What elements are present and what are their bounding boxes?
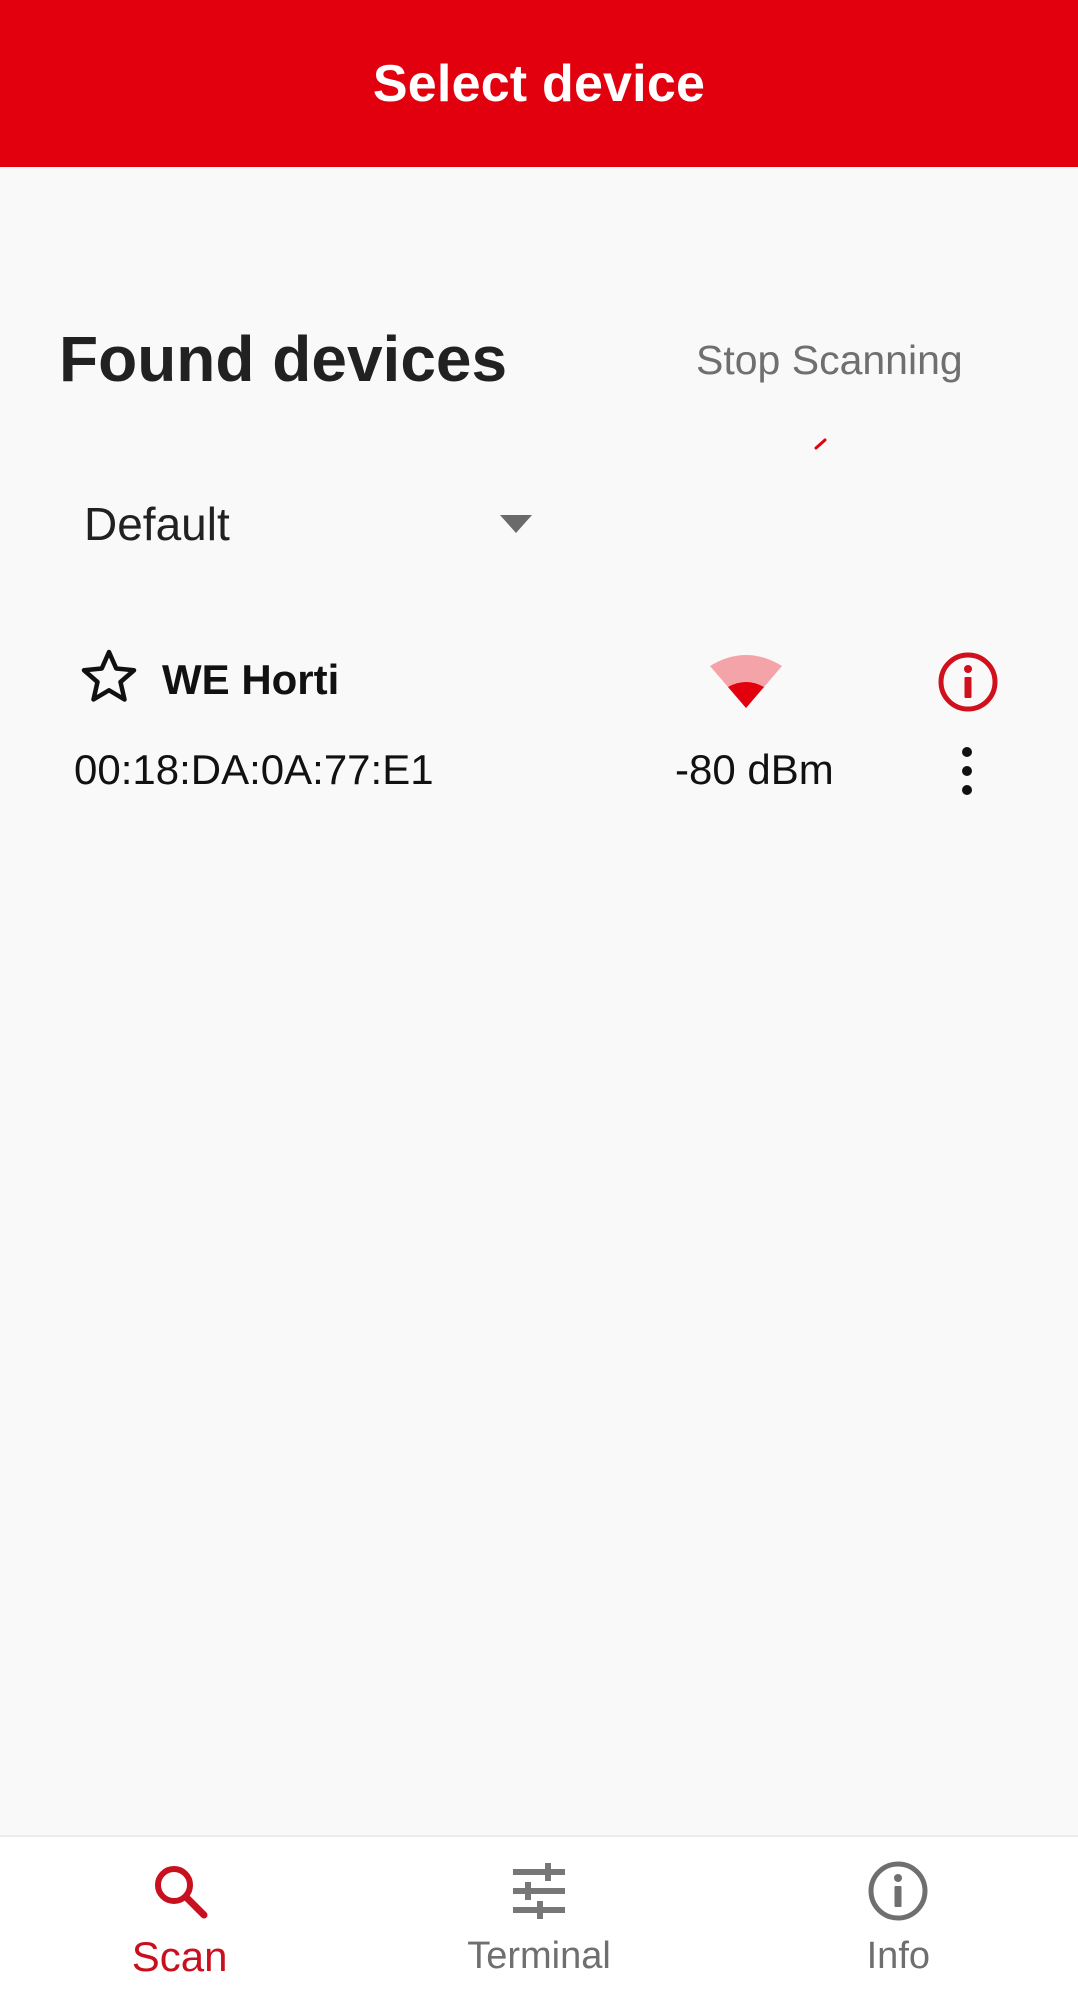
stop-scanning-button[interactable]: Stop Scanning	[696, 337, 963, 384]
device-rssi: -80 dBm	[675, 746, 834, 793]
found-devices-heading: Found devices	[59, 323, 508, 395]
info-icon	[868, 1861, 928, 1921]
device-mac-address: 00:18:DA:0A:77:E1	[74, 746, 434, 793]
nav-label-terminal: Terminal	[467, 1935, 611, 1977]
nav-item-terminal[interactable]: Terminal	[359, 1837, 718, 1991]
filter-dropdown[interactable]: Default	[84, 490, 538, 558]
sliders-icon	[512, 1863, 565, 1919]
device-info-icon[interactable]	[936, 650, 1000, 714]
bottom-navigation: Scan Terminal Info	[0, 1835, 1078, 1991]
more-options-icon[interactable]	[952, 742, 982, 802]
favorite-star-icon[interactable]	[78, 647, 140, 707]
filter-selected-value: Default	[84, 498, 230, 550]
chevron-down-icon	[500, 515, 532, 533]
signal-strength-icon	[710, 655, 782, 708]
page-title: Select device	[372, 54, 706, 113]
scan-progress-indicator	[814, 438, 827, 450]
nav-label-scan: Scan	[131, 1933, 228, 1980]
nav-item-scan[interactable]: Scan	[0, 1837, 359, 1991]
nav-item-info[interactable]: Info	[719, 1837, 1078, 1991]
device-name: WE Horti	[162, 656, 340, 703]
app-bar: Select device	[0, 0, 1078, 167]
nav-label-info: Info	[866, 1935, 931, 1977]
search-icon	[154, 1866, 208, 1919]
